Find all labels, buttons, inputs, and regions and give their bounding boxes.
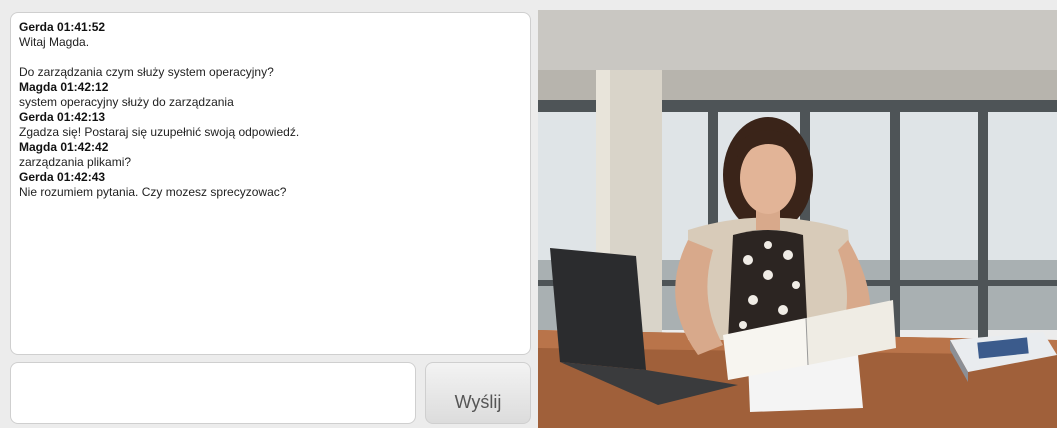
send-button[interactable]: Wyślij [425, 362, 531, 424]
avatar-video [538, 10, 1057, 428]
message-author-time: Gerda 01:41:52 [19, 20, 106, 34]
chat-history-panel[interactable]: Gerda 01:41:52 Witaj Magda. Do zarządzania… [10, 12, 531, 355]
message-text [19, 50, 522, 65]
chat-message: Magda 01:42:42 zarządzania plikami? [19, 140, 522, 170]
chat-message: Magda 01:42:12 system operacyjny służy do… [19, 80, 522, 110]
message-text: Do zarządzania czym służy system operacy… [19, 65, 274, 79]
message-input-box[interactable] [10, 362, 416, 424]
message-author-time: Magda 01:42:12 [19, 80, 109, 94]
message-author-time: Magda 01:42:42 [19, 140, 109, 154]
message-author-time: Gerda 01:42:13 [19, 110, 106, 124]
message-text: Witaj Magda. [19, 35, 90, 49]
chat-message: Gerda 01:42:13 Zgadza się! Postaraj się u… [19, 110, 522, 140]
message-list: Gerda 01:41:52 Witaj Magda. Do zarządzania… [19, 20, 522, 200]
message-input[interactable] [19, 369, 407, 417]
message-text: zarządzania plikami? [19, 155, 132, 169]
message-text: Zgadza się! Postaraj się uzupełnić swoją… [19, 125, 300, 139]
chat-message: Gerda 01:42:43 Nie rozumiem pytania. Czy … [19, 170, 522, 200]
message-text: system operacyjny służy do zarządzania [19, 95, 234, 109]
message-author-time: Gerda 01:42:43 [19, 170, 106, 184]
chat-message: Gerda 01:41:52 Witaj Magda. Do zarządzania… [19, 20, 522, 80]
message-text: Nie rozumiem pytania. Czy mozesz sprecyz… [19, 185, 287, 199]
